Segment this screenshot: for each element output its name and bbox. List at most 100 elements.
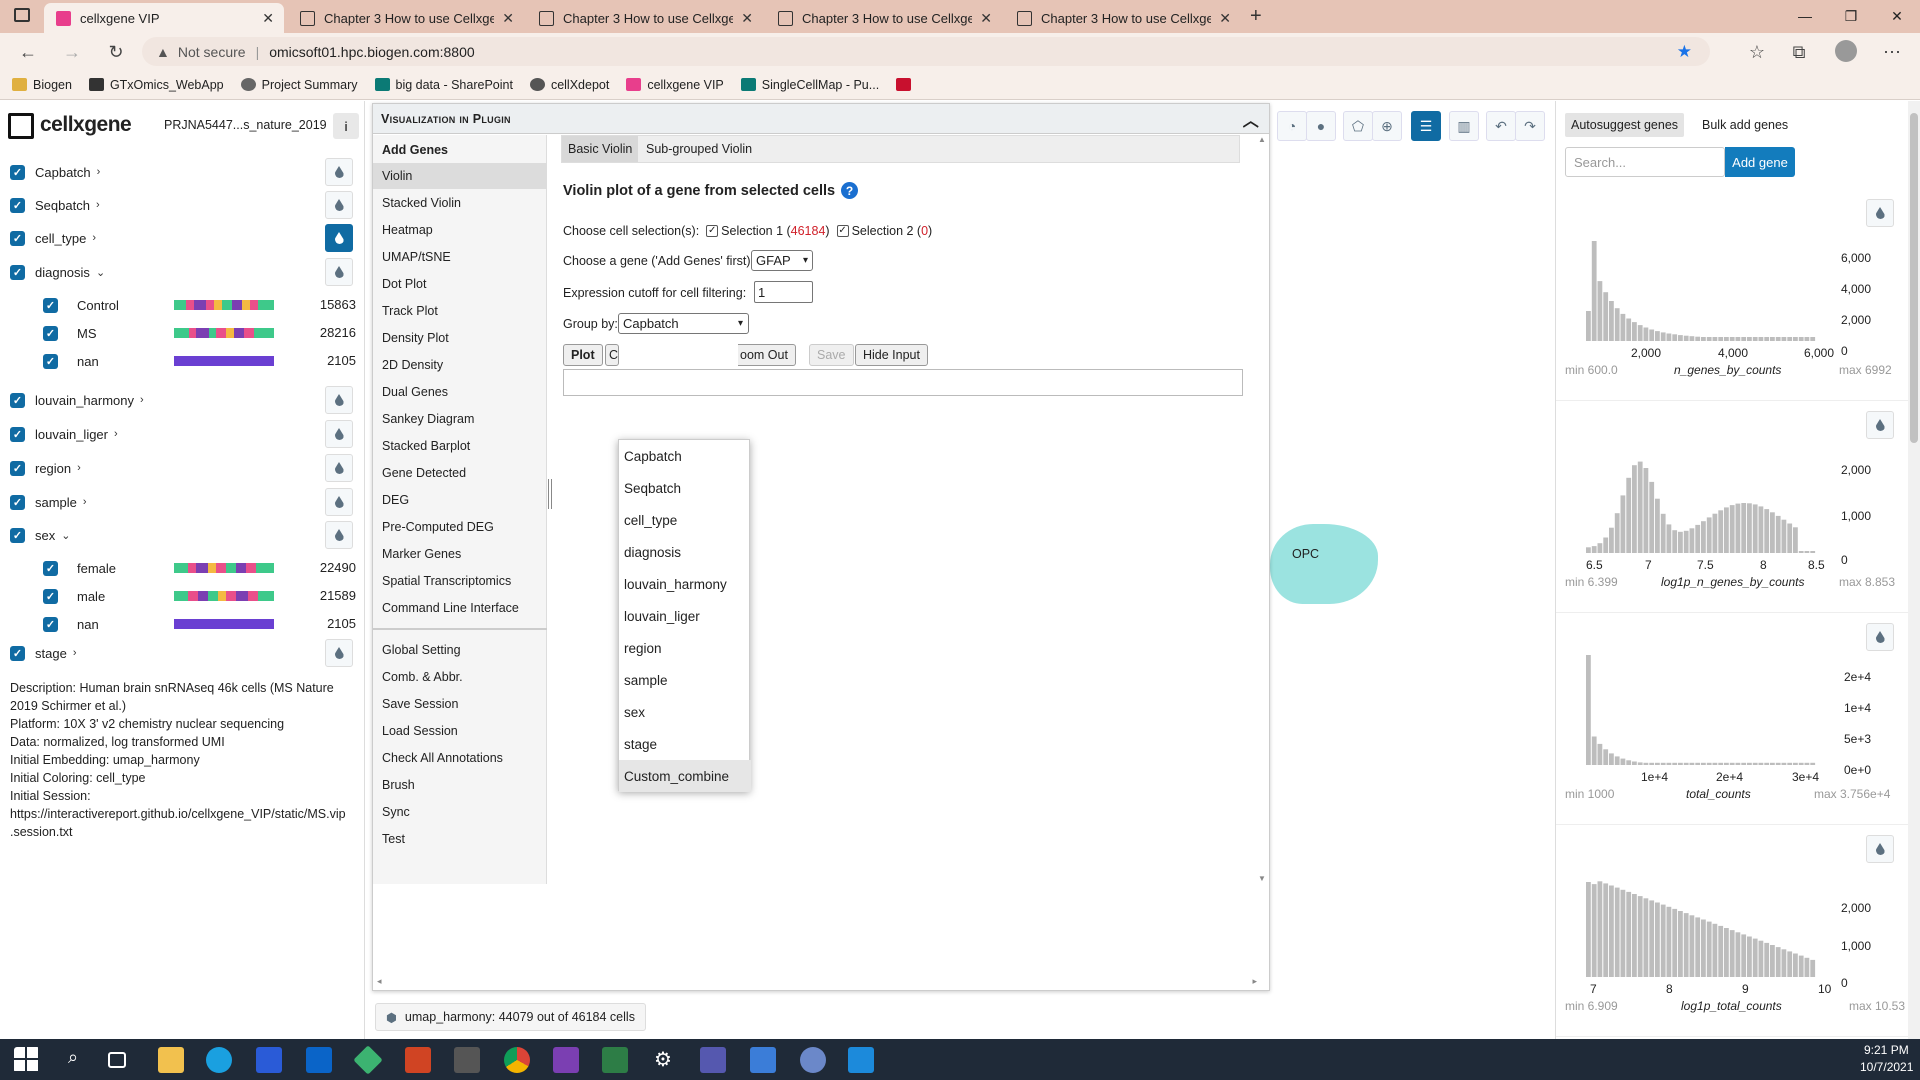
menu-sankey-diagram[interactable]: Sankey Diagram (373, 406, 547, 432)
task-view-icon[interactable] (108, 1052, 126, 1068)
histogram-bars[interactable] (1586, 241, 1816, 341)
checkbox-icon[interactable]: ✓ (10, 460, 25, 476)
onenote-icon[interactable] (553, 1047, 579, 1073)
new-tab-icon[interactable]: + (1250, 5, 1262, 28)
category-region[interactable]: ✓ region › (10, 457, 81, 479)
histogram-bars[interactable] (1586, 453, 1816, 553)
close-tab-icon[interactable]: ✕ (980, 10, 992, 27)
option-louvain-harmony[interactable]: louvain_harmony (619, 568, 751, 600)
add-gene-button[interactable]: Add gene (1725, 147, 1795, 177)
store-icon[interactable] (256, 1047, 282, 1073)
zoom-in-icon[interactable]: ⊕ (1372, 111, 1402, 141)
option-capbatch[interactable]: Capbatch (619, 440, 751, 472)
hide-input-button[interactable]: Hide Input (855, 344, 928, 366)
gene-select[interactable]: GFAP ▾ (751, 250, 813, 271)
circle-icon[interactable]: ● (1306, 111, 1336, 141)
info-button[interactable]: i (333, 113, 359, 139)
checkbox-icon[interactable]: ✓ (43, 297, 58, 313)
tab-chapter3-4[interactable]: Chapter 3 How to use Cellxgene ✕ (1005, 3, 1241, 33)
teams-icon[interactable] (700, 1047, 726, 1073)
menu-violin[interactable]: Violin (373, 163, 547, 189)
menu-marker-genes[interactable]: Marker Genes (373, 541, 547, 567)
collections-icon[interactable]: ⧉ (1785, 39, 1813, 65)
menu-density-plot[interactable]: Density Plot (373, 325, 547, 351)
scroll-down-icon[interactable]: ▼ (1258, 874, 1266, 883)
resize-handle[interactable] (548, 479, 552, 509)
scrollbar-thumb[interactable] (1910, 113, 1918, 443)
restore-icon[interactable]: ❐ (1828, 0, 1874, 32)
bookmark-sharepoint[interactable]: big data - SharePoint (374, 78, 513, 92)
value-female[interactable]: ✓ female (43, 557, 116, 579)
chevron-right-icon[interactable]: › (92, 232, 96, 244)
histogram-bars[interactable] (1586, 655, 1816, 765)
value-male[interactable]: ✓ male (43, 585, 105, 607)
menu-save-session[interactable]: Save Session (373, 691, 547, 717)
color-by-louvain-harmony-button[interactable] (325, 386, 353, 414)
close-tab-icon[interactable]: ✕ (262, 10, 274, 27)
bookmark-gtxomics[interactable]: GTxOmics_WebApp (88, 78, 224, 92)
favorites-icon[interactable]: ☆ (1743, 39, 1771, 65)
save-button[interactable]: Save (809, 344, 854, 366)
url-field[interactable]: ▲ Not secure | omicsoft01.hpc.biogen.com… (142, 37, 1710, 66)
checkbox-icon[interactable]: ✓ (10, 645, 25, 661)
category-cell-type[interactable]: ✓ cell_type › (10, 227, 96, 249)
chevron-right-icon[interactable]: › (96, 199, 100, 211)
option-diagnosis[interactable]: diagnosis (619, 536, 751, 568)
tab-sub-grouped-violin[interactable]: Sub-grouped Violin (642, 136, 756, 162)
tab-chapter3-1[interactable]: Chapter 3 How to use Cellxgene ✕ (288, 3, 524, 33)
color-by-sex-button[interactable] (325, 521, 353, 549)
color-by-diagnosis-button[interactable] (325, 258, 353, 286)
option-stage[interactable]: stage (619, 728, 751, 760)
tab-basic-violin[interactable]: Basic Violin (562, 136, 639, 162)
menu-comb-abbr[interactable]: Comb. & Abbr. (373, 664, 547, 690)
chrome-icon[interactable] (504, 1047, 530, 1073)
embedding-cluster-opc[interactable] (1270, 524, 1378, 604)
color-by-histogram-button[interactable] (1866, 411, 1894, 439)
checkbox-icon[interactable]: ✓ (10, 527, 25, 543)
value-nan[interactable]: ✓ nan (43, 613, 99, 635)
value-nan[interactable]: ✓ nan (43, 350, 99, 372)
vpn-icon[interactable] (454, 1047, 480, 1073)
profile-avatar[interactable] (1835, 40, 1857, 62)
option-custom-combine[interactable]: Custom_combine (619, 760, 751, 792)
chevron-up-icon[interactable]: ︿ (1243, 107, 1259, 131)
color-by-cell-type-button[interactable] (325, 224, 353, 252)
gene-search-input[interactable]: Search... (1565, 147, 1725, 177)
forward-icon[interactable]: → (58, 39, 86, 65)
menu-deg[interactable]: DEG (373, 487, 547, 513)
groupby-select[interactable]: Capbatch ▾ (618, 313, 749, 334)
chevron-right-icon[interactable]: › (77, 462, 81, 474)
bar-chart-icon[interactable]: ▥ (1449, 111, 1479, 141)
windows-start-icon[interactable] (14, 1047, 40, 1073)
category-stage[interactable]: ✓ stage › (10, 642, 76, 664)
value-ms[interactable]: ✓ MS (43, 322, 97, 344)
bookmark-project-summary[interactable]: Project Summary (240, 78, 358, 92)
bookmark-cellxgene-vip[interactable]: cellxgene VIP (626, 78, 724, 92)
color-by-histogram-button[interactable] (1866, 623, 1894, 651)
cutoff-input[interactable]: 1 (754, 281, 813, 303)
bookmark-star-icon[interactable]: ★ (1677, 42, 1692, 62)
option-region[interactable]: region (619, 632, 751, 664)
clock-time[interactable]: 9:21 PM (1864, 1043, 1909, 1057)
bookmark-singlecellmap[interactable]: SingleCellMap - Pu... (740, 78, 879, 92)
menu-spatial-transcriptomics[interactable]: Spatial Transcriptomics (373, 568, 547, 594)
color-by-stage-button[interactable] (325, 639, 353, 667)
checkbox-icon[interactable]: ✓ (10, 264, 25, 280)
bookmark-pdf[interactable] (896, 78, 917, 91)
outlook-icon[interactable] (306, 1047, 332, 1073)
file-explorer-icon[interactable] (158, 1047, 184, 1073)
chevron-down-icon[interactable]: ⌄ (61, 529, 70, 542)
histogram-bars[interactable] (1586, 877, 1816, 977)
menu-global-setting[interactable]: Global Setting (373, 637, 547, 663)
scroll-right-icon[interactable]: ▸ (1252, 976, 1257, 987)
chevron-right-icon[interactable]: › (140, 394, 144, 406)
tab-autosuggest-genes[interactable]: Autosuggest genes (1565, 113, 1685, 137)
git-icon[interactable] (353, 1045, 383, 1075)
category-sample[interactable]: ✓ sample › (10, 491, 87, 513)
value-control[interactable]: ✓ Control (43, 294, 119, 316)
checkbox-icon[interactable]: ✓ (43, 616, 58, 632)
minimize-icon[interactable]: — (1782, 0, 1828, 32)
menu-gene-detected[interactable]: Gene Detected (373, 460, 547, 486)
clock-date[interactable]: 10/7/2021 (1860, 1060, 1913, 1074)
close-tab-icon[interactable]: ✕ (502, 10, 514, 27)
